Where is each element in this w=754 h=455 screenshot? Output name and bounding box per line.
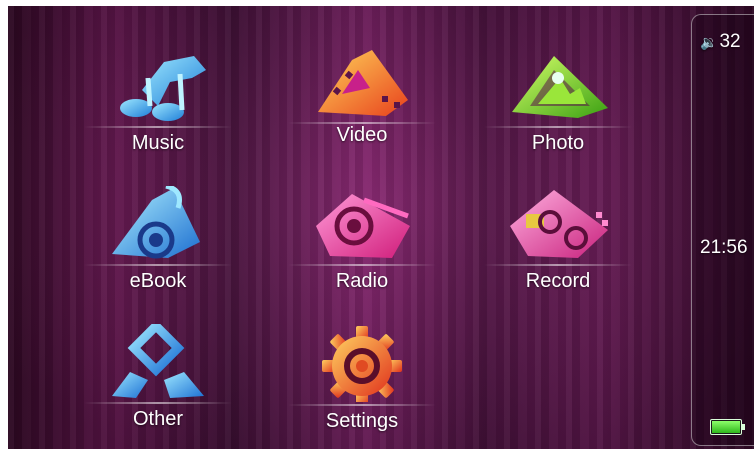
shelf-divider [84, 264, 232, 266]
menu-item-video[interactable]: Video [282, 44, 442, 162]
menu-label-video: Video [336, 124, 388, 146]
battery-icon [710, 419, 745, 435]
volume-indicator[interactable]: 🔉 32 [700, 31, 741, 53]
radio-icon [316, 194, 410, 258]
menu-item-radio[interactable]: Radio [282, 186, 442, 304]
battery-fill [712, 421, 740, 433]
battery-nub [742, 424, 745, 430]
cassette-icon [510, 190, 608, 258]
ebook-icon [112, 186, 200, 259]
menu-label-radio: Radio [335, 270, 389, 292]
menu-screen: Music Video Photo eBook Radio Record Oth… [8, 6, 754, 449]
status-bar: 🔉 32 21:56 [691, 14, 754, 446]
menu-item-photo[interactable]: Photo [478, 48, 638, 166]
menu-label-other: Other [132, 408, 184, 430]
photo-icon [512, 56, 608, 118]
shelf-divider [84, 402, 232, 404]
volume-value: 32 [719, 31, 741, 52]
music-note-icon [120, 56, 206, 121]
menu-item-record[interactable]: Record [478, 186, 638, 304]
menu-item-other[interactable]: Other [78, 324, 238, 442]
menu-label-music: Music [131, 132, 185, 154]
clock: 21:56 [700, 237, 748, 258]
menu-label-ebook: eBook [129, 270, 187, 292]
shelf-divider [288, 264, 436, 266]
menu-label-settings: Settings [325, 410, 399, 432]
menu-item-music[interactable]: Music [78, 48, 238, 166]
menu-label-photo: Photo [531, 132, 585, 154]
film-strip-icon [318, 50, 408, 116]
shelf-divider [484, 264, 632, 266]
diamond-icon [112, 324, 204, 398]
shelf-divider [84, 126, 232, 128]
menu-item-settings[interactable]: Settings [282, 326, 442, 444]
shelf-divider [288, 404, 436, 406]
menu-label-record: Record [525, 270, 591, 292]
shelf-divider [484, 126, 632, 128]
speaker-icon: 🔉 [700, 34, 718, 50]
menu-item-ebook[interactable]: eBook [78, 186, 238, 304]
gear-icon [322, 326, 402, 402]
